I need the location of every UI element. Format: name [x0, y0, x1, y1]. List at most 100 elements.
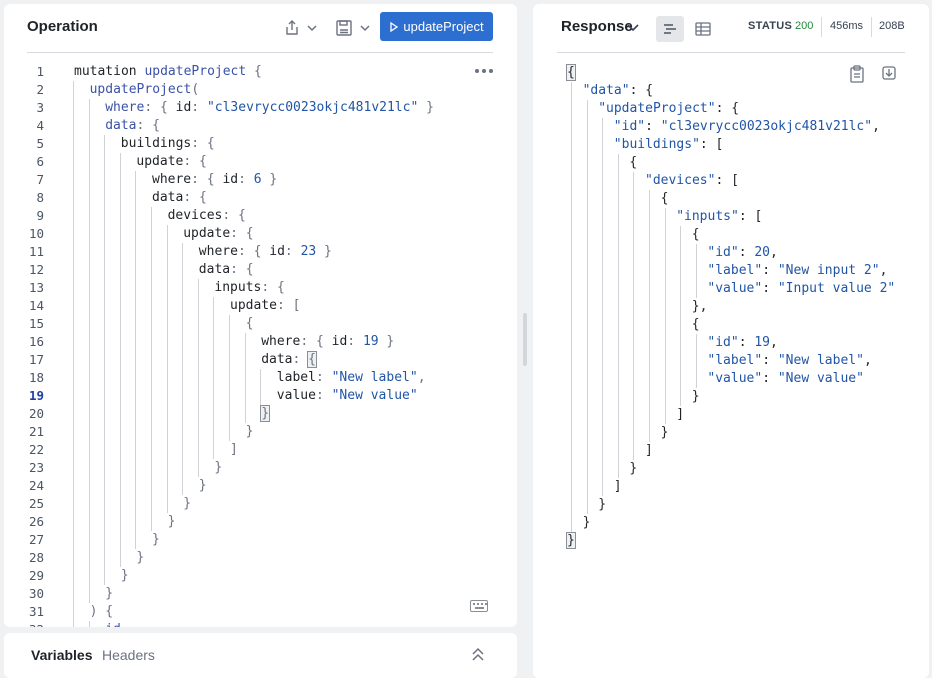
code-token: : — [292, 352, 309, 367]
code-line[interactable]: 12 data: { — [4, 261, 517, 279]
code-line[interactable]: 27} — [4, 531, 517, 549]
matched-bracket: { — [307, 351, 317, 368]
code-line[interactable]: 30} — [4, 585, 517, 603]
indent-guide — [135, 207, 137, 225]
code-token: label — [276, 370, 316, 385]
code-line[interactable]: 16 where: { id: 19 } — [4, 333, 517, 351]
panel-resize-handle[interactable] — [523, 313, 527, 366]
code-line[interactable]: 23} — [4, 459, 517, 477]
indent-guide — [104, 477, 106, 495]
code-token: mutation — [74, 64, 145, 79]
code-token: updateProject — [144, 64, 247, 79]
indent-guide — [680, 370, 682, 388]
code-line[interactable]: 22] — [4, 441, 517, 459]
indent-guide — [617, 226, 619, 244]
indent-guide — [182, 297, 184, 315]
code-line[interactable]: 17 data: { — [4, 351, 517, 369]
code-line[interactable]: 5 buildings: { — [4, 135, 517, 153]
indent-guide — [166, 333, 168, 351]
indent-guide — [213, 387, 215, 405]
text-view-icon[interactable] — [656, 16, 684, 42]
code-line[interactable]: 4 data: { — [4, 117, 517, 135]
code-line[interactable]: 24} — [4, 477, 517, 495]
keyboard-icon[interactable] — [470, 600, 488, 612]
code-line[interactable]: 21} — [4, 423, 517, 441]
code-line[interactable]: 29} — [4, 567, 517, 585]
code-line[interactable]: 13 inputs: { — [4, 279, 517, 297]
code-line[interactable]: 1 mutation updateProject { — [4, 63, 517, 81]
code-line[interactable]: 8 data: { — [4, 189, 517, 207]
indent-guide — [104, 315, 106, 333]
code-line[interactable]: 3 where: { id: "cl3evrycc0023okjc481v21lc… — [4, 99, 517, 117]
indent-guide — [602, 460, 604, 478]
indent-guide — [104, 549, 106, 567]
indent-guide — [119, 243, 121, 261]
response-text: { — [629, 154, 637, 172]
line-number: 9 — [36, 208, 44, 223]
code-token: } — [183, 496, 192, 511]
tab-headers[interactable]: Headers — [102, 647, 155, 663]
tab-variables[interactable]: Variables — [31, 647, 93, 663]
response-token: , — [872, 119, 880, 134]
indent-guide — [73, 531, 74, 549]
indent-guide — [586, 406, 588, 424]
indent-guide — [73, 441, 74, 459]
code-line[interactable]: 14 update: [ — [4, 297, 517, 315]
run-button[interactable]: updateProject — [380, 12, 493, 41]
response-text: "value": "Input value 2" — [707, 280, 895, 298]
response-panel: Response STATUS 200 456ms 208B {"data": … — [533, 4, 929, 678]
indent-guide — [695, 280, 697, 298]
indent-guide — [197, 297, 199, 315]
code-line[interactable]: 18 label: "New label", — [4, 369, 517, 387]
indent-guide — [151, 351, 152, 369]
save-icon[interactable] — [332, 16, 356, 40]
share-icon[interactable] — [280, 16, 304, 40]
code-line[interactable]: 25} — [4, 495, 517, 513]
status-label: STATUS — [748, 20, 793, 32]
indent-guide — [88, 405, 90, 423]
code-line[interactable]: 19 value: "New value" — [4, 387, 517, 405]
code-line[interactable]: 15 { — [4, 315, 517, 333]
indent-guide — [680, 388, 682, 406]
indent-guide — [73, 405, 74, 423]
code-line[interactable]: 11 where: { id: 23 } — [4, 243, 517, 261]
response-token: , — [879, 263, 888, 278]
code-line[interactable]: 32 id — [4, 621, 517, 627]
code-text: data: { — [152, 189, 207, 207]
indent-guide — [213, 351, 215, 369]
response-line: { — [533, 154, 929, 172]
code-text: data: { — [105, 117, 160, 135]
code-token: } — [152, 532, 160, 547]
response-viewer[interactable]: {"data": {"updateProject": {"id": "cl3ev… — [533, 60, 929, 678]
response-line: ] — [533, 442, 929, 460]
indent-guide — [571, 370, 572, 388]
chevron-down-icon[interactable] — [625, 19, 643, 37]
code-line[interactable]: 7 where: { id: 6 } — [4, 171, 517, 189]
indent-guide — [680, 298, 682, 316]
line-number: 1 — [36, 64, 44, 79]
code-line[interactable]: 10 update: { — [4, 225, 517, 243]
response-line: "id": 20, — [533, 244, 929, 262]
response-line: { — [533, 190, 929, 208]
indent-guide — [73, 189, 74, 207]
code-line[interactable]: 20} — [4, 405, 517, 423]
indent-guide — [649, 226, 650, 244]
code-token: data — [198, 262, 231, 277]
code-token: : { — [183, 190, 207, 205]
indent-guide — [119, 297, 121, 315]
code-line[interactable]: 26} — [4, 513, 517, 531]
indent-guide — [73, 297, 74, 315]
code-line[interactable]: 6 update: { — [4, 153, 517, 171]
chevron-up-double-icon[interactable] — [470, 645, 486, 665]
chevron-down-icon[interactable] — [304, 18, 320, 38]
operation-editor[interactable]: 1 mutation updateProject {2 updateProject(… — [4, 60, 517, 627]
status-code: 200 — [795, 20, 814, 32]
code-line[interactable]: 31) { — [4, 603, 517, 621]
indent-guide — [571, 478, 572, 496]
code-line[interactable]: 28} — [4, 549, 517, 567]
code-line[interactable]: 9 devices: { — [4, 207, 517, 225]
chevron-down-icon[interactable] — [357, 18, 373, 38]
code-line[interactable]: 2 updateProject( — [4, 81, 517, 99]
indent-guide — [135, 423, 137, 441]
table-view-icon[interactable] — [689, 16, 717, 42]
